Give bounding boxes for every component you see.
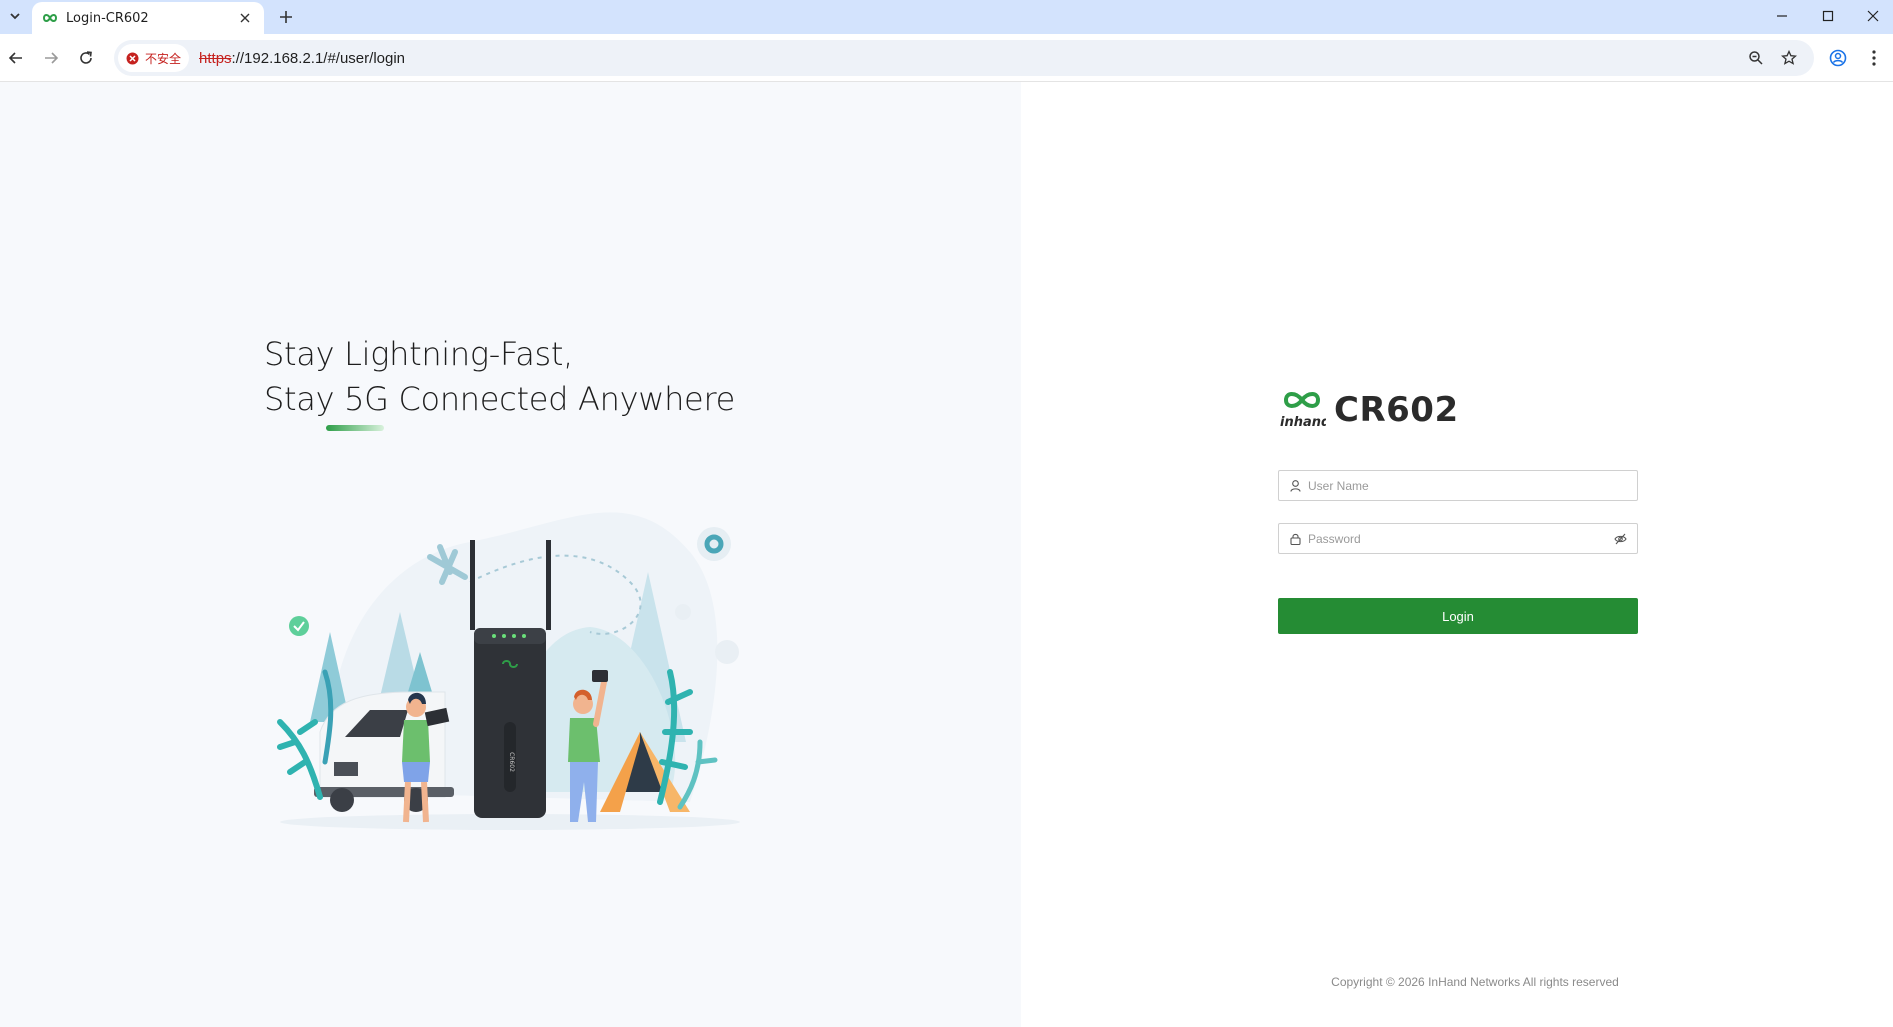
person-shorts [402,762,430,782]
router-led [512,634,516,638]
bookmark-star-icon[interactable] [1779,48,1799,68]
username-input[interactable] [1308,478,1627,493]
login-form: inhand CR602 Login [1278,382,1640,634]
login-page: Stay Lightning-Fast, Stay 5G Connected A… [0,82,1893,1027]
chevron-down-icon [10,13,20,20]
tab-title: Login-CR602 [66,10,149,26]
kebab-menu-icon [1872,50,1876,66]
close-window-button[interactable] [1850,0,1893,32]
person-shirt [402,720,430,762]
van-grille [334,762,358,776]
insecure-warning-icon [126,52,139,64]
deco-dot [715,640,739,664]
inhand-logo-icon: inhand [1280,392,1326,430]
password-field[interactable] [1278,523,1638,554]
brand-logo-text: inhand [1280,415,1326,430]
reload-button[interactable] [72,44,100,72]
url-scheme: https [199,49,232,67]
security-indicator[interactable]: 不安全 [118,44,190,72]
password-input[interactable] [1308,531,1613,546]
router-device-label: CR602 [508,752,515,772]
eye-invisible-icon[interactable] [1613,532,1627,546]
reload-icon [80,51,92,64]
hero-panel: Stay Lightning-Fast, Stay 5G Connected A… [0,82,1021,1027]
hero-illustration: CR602 [277,512,740,830]
router-led [522,634,526,638]
tab-search-button[interactable] [4,5,26,27]
lock-icon [1289,532,1302,545]
username-field[interactable] [1278,470,1638,501]
plus-icon [280,11,292,23]
browser-menu-button[interactable] [1860,44,1888,72]
headline-accent-bar [326,425,384,431]
router-top [474,628,546,644]
login-panel: inhand CR602 Login Copyr [1021,82,1893,1027]
check-badge-icon [289,616,309,636]
forward-button[interactable] [37,44,65,72]
hero-headline: Stay Lightning-Fast, Stay 5G Connected A… [264,332,735,422]
camera-icon [592,670,608,682]
gear-bg [697,527,731,561]
account-icon [1829,49,1847,67]
hero-line-1: Stay Lightning-Fast, [264,335,574,373]
minimize-button[interactable] [1759,0,1805,32]
tab-close-icon[interactable] [236,9,254,27]
router-antenna [546,540,551,630]
browser-tab-active[interactable]: Login-CR602 [32,2,264,34]
close-icon [1867,10,1879,22]
copyright-text: Copyright © 2026 InHand Networks All rig… [1331,975,1619,989]
new-tab-button[interactable] [274,5,298,29]
back-button[interactable] [2,44,30,72]
url-path: ://192.168.2.1/#/user/login [231,49,406,67]
router-led [502,634,506,638]
brand-header: inhand CR602 [1278,382,1640,430]
profile-button[interactable] [1824,44,1852,72]
hero-line-2: Stay 5G Connected Anywhere [264,380,735,418]
van-wheel [330,788,354,812]
browser-toolbar: 不安全 https://192.168.2.1/#/user/login [0,34,1893,82]
browser-tabstrip: Login-CR602 [0,0,1893,34]
inhand-favicon-icon [42,14,58,22]
maximize-button[interactable] [1805,0,1851,32]
arrow-right-icon [45,52,59,64]
address-bar[interactable]: 不安全 https://192.168.2.1/#/user/login [114,40,1814,76]
user-icon [1289,479,1302,492]
url-text: https://192.168.2.1/#/user/login [199,50,405,67]
router-led [492,634,496,638]
product-name: CR602 [1334,390,1459,430]
zoom-icon[interactable] [1746,48,1766,68]
arrow-left-icon [8,52,22,64]
security-label: 不安全 [145,51,182,66]
minimize-icon [1777,15,1787,17]
login-button[interactable]: Login [1278,598,1638,634]
deco-dot [675,604,691,620]
maximize-icon [1822,10,1834,22]
leaf-plant [277,719,323,800]
router-antenna [470,540,475,630]
